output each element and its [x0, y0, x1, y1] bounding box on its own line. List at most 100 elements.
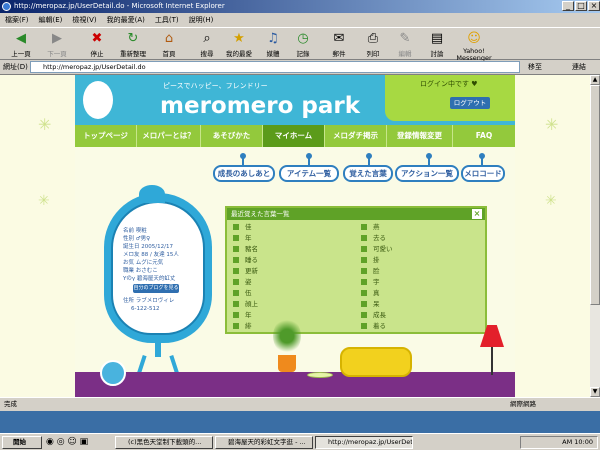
pill-items[interactable]: アイテム一覧 [279, 165, 339, 182]
refresh-button[interactable]: ↻ 重新整理 [116, 29, 150, 59]
scroll-thumb[interactable] [590, 85, 600, 305]
links-button[interactable]: 連結 [572, 62, 586, 72]
quicklaunch-icon[interactable]: ◉ ◎ ☺ ▣ [46, 437, 88, 447]
maximize-button[interactable]: □ [575, 1, 587, 11]
nav-top[interactable]: トップページ [75, 125, 137, 147]
scroll-up-icon[interactable]: ▲ [590, 75, 600, 85]
bullet-icon [361, 279, 367, 285]
history-button[interactable]: ◷ 記錄 [286, 29, 320, 59]
profile-line: Yのγ 碧海屋天的虹丈 [123, 276, 176, 282]
bullet-icon [233, 246, 239, 252]
profile-line: 職業 おさむこ [123, 268, 158, 274]
bullet-icon [361, 290, 367, 296]
menu-view[interactable]: 檢視(V) [67, 13, 101, 27]
task-item[interactable]: 碧海屋天的彩虹文字逛 - ... [215, 436, 313, 449]
word-item: 年 [233, 233, 252, 244]
stop-button[interactable]: ✖ 停止 [80, 29, 114, 59]
blog-button[interactable]: 自分のブログを見る [133, 284, 179, 293]
bullet-icon [361, 224, 367, 230]
menu-help[interactable]: 說明(H) [184, 13, 219, 27]
start-button[interactable]: 開始 [2, 436, 42, 449]
toolbar: ◀ 上一頁 ▶ 下一頁 ✖ 停止 ↻ 重新整理 ⌂ 首頁 ⌕ 搜尋 ★ 我的最愛 ♫ 媒體 ◷ 記… [0, 27, 600, 62]
word-item: 燕 [361, 222, 380, 233]
go-button[interactable]: 移至 [528, 62, 542, 72]
forward-button[interactable]: ▶ 下一頁 [40, 29, 74, 59]
nav-faq[interactable]: FAQ [453, 125, 515, 147]
pill-actions[interactable]: アクション一覧 [395, 165, 459, 182]
close-button[interactable]: × [588, 1, 600, 11]
status-text: 完成 [4, 400, 17, 408]
nav-myhome[interactable]: マイホーム [263, 125, 325, 147]
nav-board[interactable]: メロダチ掲示 [325, 125, 387, 147]
nav-about[interactable]: メロパーとは？ [137, 125, 201, 147]
profile-line: メロ友 88 / 友達 15人 [123, 252, 179, 258]
minimize-button[interactable]: _ [562, 1, 574, 11]
mascot-robot-icon[interactable] [100, 360, 126, 386]
bullet-icon [233, 257, 239, 263]
pill-growth[interactable]: 成長のあしあと [213, 165, 275, 182]
word-item: 着る [361, 321, 386, 332]
pill-stem [481, 157, 483, 165]
bullet-icon [233, 279, 239, 285]
menu-favorites[interactable]: 我的最愛(A) [102, 13, 150, 27]
nav-howto[interactable]: あそびかた [201, 125, 263, 147]
favorites-button[interactable]: ★ 我的最愛 [222, 29, 256, 59]
stop-icon: ✖ [91, 31, 103, 46]
print-button[interactable]: ⎙ 列印 [356, 29, 390, 59]
sparkle-icon: ✳ [38, 115, 52, 134]
pill-stem [368, 157, 370, 165]
sofa-icon[interactable] [340, 347, 412, 377]
pill-words[interactable]: 覚えた言葉 [343, 165, 393, 182]
ie-icon [2, 2, 11, 11]
home-icon: ⌂ [164, 31, 174, 46]
close-icon[interactable]: × [472, 209, 482, 219]
discuss-button[interactable]: ▤ 討論 [420, 29, 454, 59]
home-button[interactable]: ⌂ 首頁 [152, 29, 186, 59]
search-button[interactable]: ⌕ 搜尋 [190, 29, 224, 59]
word-item: 真 [361, 288, 380, 299]
print-icon: ⎙ [367, 31, 379, 46]
media-button[interactable]: ♫ 媒體 [256, 29, 290, 59]
back-button[interactable]: ◀ 上一頁 [4, 29, 38, 59]
menu-file[interactable]: 檔案(F) [0, 13, 34, 27]
menu-edit[interactable]: 編輯(E) [34, 13, 68, 27]
address-label: 網址(D) [3, 63, 28, 71]
profile-line: 性別 ♂男♀ [123, 236, 151, 242]
word-item: 更新 [233, 266, 258, 277]
mail-button[interactable]: ✉ 郵件 [322, 29, 356, 59]
profile-line: お気 ムグに元気 [123, 260, 164, 266]
address-bar: 網址(D) http://meropaz.jp/UserDetail.do 移至… [0, 60, 600, 75]
desktop-strip [0, 411, 600, 433]
mirror-stand [155, 337, 161, 357]
login-status: ログイン中です ♥ [420, 80, 478, 88]
url-text: http://meropaz.jp/UserDetail.do [43, 63, 146, 71]
scroll-down-icon[interactable]: ▼ [590, 387, 600, 397]
bullet-icon [233, 312, 239, 318]
word-item: 伍 [233, 288, 252, 299]
status-zone: 網際網路 [510, 400, 536, 408]
bullet-icon [361, 312, 367, 318]
table-icon [307, 372, 333, 378]
messenger-button[interactable]: ☺ Yahoo! Messenger [452, 29, 496, 62]
media-icon: ♫ [267, 31, 279, 46]
profile-line: 誕生日 2005/12/17 [123, 244, 173, 250]
site-logo[interactable]: meromero park [160, 93, 360, 119]
mirror-crown-icon [139, 185, 165, 203]
bullet-icon [233, 268, 239, 274]
site-container: ピースでハッピー、フレンドリー meromero park ログイン中です ♥ … [75, 75, 515, 397]
sparkle-icon: ✳ [545, 193, 557, 209]
menu-tools[interactable]: 工具(T) [150, 13, 184, 27]
task-item-active[interactable]: http://meropaz.jp/UserDetail... [315, 436, 413, 449]
nav-settings[interactable]: 登録情報変更 [387, 125, 453, 147]
window-titlebar: http://meropaz.jp/UserDetail.do - Micros… [0, 0, 600, 13]
address-input[interactable]: http://meropaz.jp/UserDetail.do [30, 61, 520, 73]
mascot-icon [83, 81, 113, 119]
logout-button[interactable]: ログアウト [450, 97, 490, 109]
word-item: 掛 [361, 255, 380, 266]
word-item: 宇 [361, 277, 380, 288]
edit-button[interactable]: ✎ 編輯 [388, 29, 422, 59]
task-item[interactable]: (c)黑色天堂制下載頭的... [115, 436, 213, 449]
back-icon: ◀ [16, 31, 26, 46]
pill-merocode[interactable]: メロコード [461, 165, 505, 182]
word-item: 成長 [361, 310, 386, 321]
